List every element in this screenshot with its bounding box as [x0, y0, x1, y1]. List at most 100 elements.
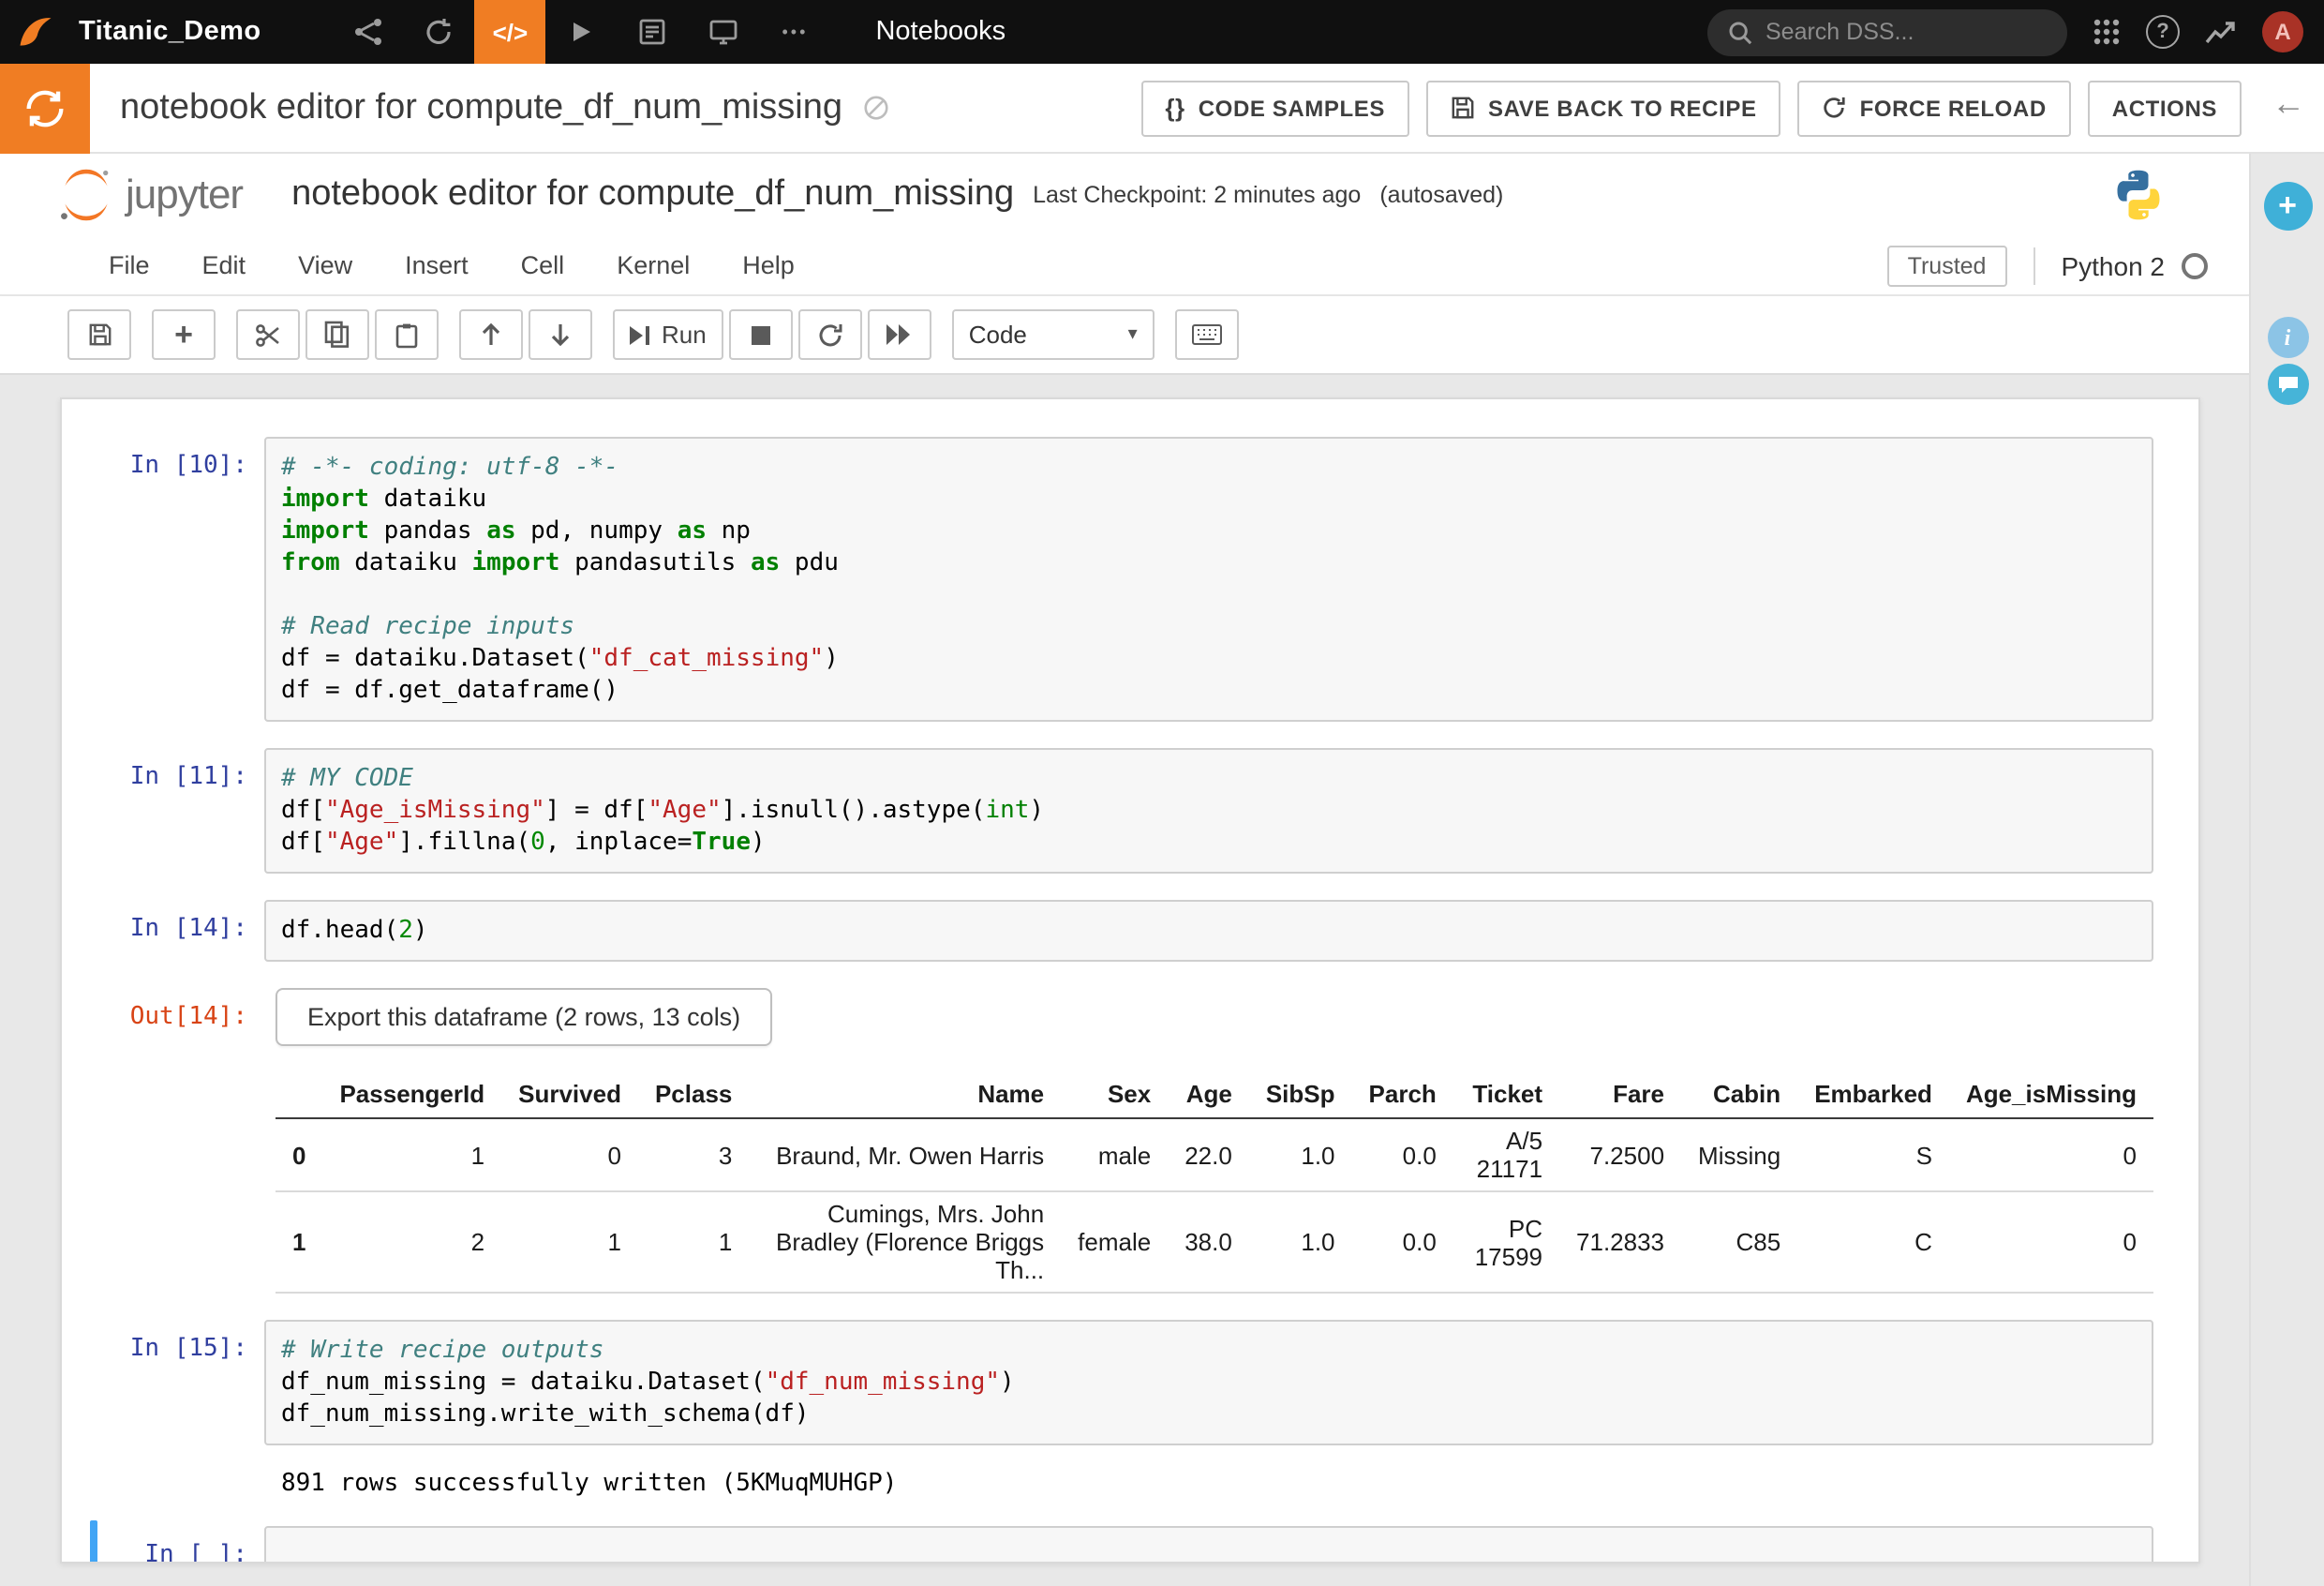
code-input[interactable] — [264, 1526, 2153, 1564]
force-reload-label: FORCE RELOAD — [1860, 95, 2047, 121]
restart-kernel-button[interactable] — [798, 309, 862, 360]
jupyter-menubar-items: File Edit View Insert Cell Kernel Help — [109, 251, 847, 279]
menu-cell[interactable]: Cell — [521, 251, 565, 279]
table-cell: 1.0 — [1249, 1118, 1352, 1191]
menu-edit[interactable]: Edit — [202, 251, 246, 279]
interrupt-kernel-button[interactable] — [729, 309, 793, 360]
dataiku-logo-icon[interactable] — [0, 0, 71, 64]
search-input[interactable] — [1765, 19, 2047, 45]
recipe-icon[interactable] — [0, 63, 90, 153]
chevron-down-icon: ▾ — [1128, 324, 1138, 345]
menu-view[interactable]: View — [298, 251, 352, 279]
top-right-controls: ? A — [1707, 8, 2324, 55]
cell-type-select[interactable]: Code ▾ — [952, 309, 1155, 360]
table-cell: 1 — [501, 1191, 638, 1293]
notebook-document: In [10]:# -*- coding: utf-8 -*-import da… — [60, 397, 2200, 1564]
move-cell-down-button[interactable] — [529, 309, 592, 360]
save-notebook-button[interactable] — [67, 309, 131, 360]
readonly-slash-icon — [861, 94, 889, 122]
selected-cell-indicator — [90, 1520, 97, 1564]
code-notebooks-icon[interactable]: </> — [474, 0, 545, 64]
more-icon[interactable]: ••• — [759, 0, 830, 64]
jobs-play-icon[interactable] — [545, 0, 617, 64]
export-dataframe-button[interactable]: Export this dataframe (2 rows, 13 cols) — [276, 988, 772, 1046]
help-icon[interactable]: ? — [2146, 15, 2180, 49]
trend-icon[interactable] — [2204, 19, 2238, 45]
notebook-title[interactable]: notebook editor for compute_df_num_missi… — [291, 174, 1014, 216]
table-cell: 2 — [322, 1191, 501, 1293]
code-cell[interactable]: In [10]:# -*- coding: utf-8 -*-import da… — [62, 437, 2153, 722]
table-cell: Braund, Mr. Owen Harris — [749, 1118, 1061, 1191]
add-panel-button[interactable]: + — [2263, 182, 2312, 231]
jupyter-menubar: File Edit View Insert Cell Kernel Help Trusted… — [0, 236, 2249, 296]
table-cell: C85 — [1681, 1191, 1797, 1293]
menu-kernel[interactable]: Kernel — [617, 251, 690, 279]
top-nav-icons: </> ••• — [332, 0, 830, 64]
table-cell: 0 — [1949, 1191, 2153, 1293]
cell-type-value: Code — [969, 321, 1027, 349]
table-cell: 1 — [322, 1118, 501, 1191]
section-label-notebooks[interactable]: Notebooks — [875, 17, 1006, 47]
paste-cell-button[interactable] — [375, 309, 439, 360]
jupyter-logo[interactable]: jupyter — [56, 167, 243, 223]
column-header: Parch — [1352, 1072, 1453, 1118]
main-area: jupyter notebook editor for compute_df_n… — [0, 154, 2324, 1586]
collapse-panel-arrow-icon[interactable]: ← — [2272, 84, 2305, 124]
code-cell[interactable]: In [11]:# MY CODEdf["Age_isMissing"] = d… — [62, 748, 2153, 874]
lab-icon[interactable] — [403, 0, 474, 64]
table-cell: 0.0 — [1352, 1118, 1453, 1191]
scissors-icon — [255, 322, 281, 348]
actions-button[interactable]: ACTIONS — [2088, 80, 2242, 136]
notebook-scroll-area[interactable]: In [10]:# -*- coding: utf-8 -*-import da… — [0, 375, 2249, 1586]
info-panel-button[interactable]: i — [2267, 317, 2308, 358]
restart-run-all-button[interactable] — [868, 309, 931, 360]
info-icon: i — [2285, 323, 2291, 352]
checkpoint-text: Last Checkpoint: 2 minutes ago — [1033, 182, 1361, 208]
dashboard-icon[interactable] — [688, 0, 759, 64]
search-box[interactable] — [1707, 8, 2067, 55]
save-back-to-recipe-button[interactable]: SAVE BACK TO RECIPE — [1426, 80, 1781, 136]
column-header: PassengerId — [322, 1072, 501, 1118]
menu-file[interactable]: File — [109, 251, 150, 279]
move-cell-up-button[interactable] — [459, 309, 523, 360]
cell-prompt: Out[14]: — [62, 988, 264, 1294]
user-avatar[interactable]: A — [2262, 11, 2303, 52]
avatar-letter: A — [2274, 19, 2290, 45]
code-input[interactable]: # -*- coding: utf-8 -*-import dataikuimp… — [264, 437, 2153, 722]
command-palette-button[interactable] — [1175, 309, 1239, 360]
force-reload-button[interactable]: FORCE RELOAD — [1798, 80, 2071, 136]
output-cell[interactable]: Out[14]:Export this dataframe (2 rows, 1… — [62, 988, 2153, 1294]
project-name[interactable]: Titanic_Demo — [79, 17, 261, 47]
code-input[interactable]: # Write recipe outputsdf_num_missing = d… — [264, 1320, 2153, 1445]
row-index: 1 — [276, 1191, 322, 1293]
table-header-row: PassengerIdSurvivedPclassNameSexAgeSibSp… — [276, 1072, 2153, 1118]
add-cell-button[interactable]: + — [152, 309, 216, 360]
column-header: Fare — [1559, 1072, 1681, 1118]
code-cell[interactable]: In [15]:# Write recipe outputsdf_num_mis… — [62, 1320, 2153, 1500]
table-cell: 7.2500 — [1559, 1118, 1681, 1191]
apps-grid-icon[interactable] — [2092, 17, 2122, 47]
menu-help[interactable]: Help — [742, 251, 795, 279]
trusted-button[interactable]: Trusted — [1887, 245, 2007, 286]
fast-forward-icon — [887, 324, 912, 345]
header-buttons: {} CODE SAMPLES SAVE BACK TO RECIPE FORC… — [1140, 80, 2242, 136]
table-cell: Cumings, Mrs. John Bradley (Florence Bri… — [749, 1191, 1061, 1293]
code-cell[interactable]: In [14]:df.head(2) — [62, 900, 2153, 962]
menu-insert[interactable]: Insert — [405, 251, 469, 279]
cut-cell-button[interactable] — [236, 309, 300, 360]
run-cell-button[interactable]: Run — [613, 309, 723, 360]
flow-icon[interactable] — [332, 0, 403, 64]
cell-text-output: 891 rows successfully written (5KMuqMUHG… — [281, 1468, 2153, 1500]
save-icon — [1451, 96, 1475, 120]
logs-list-icon[interactable] — [617, 0, 688, 64]
code-cell[interactable]: In [ ]: — [62, 1526, 2153, 1564]
code-input[interactable]: # MY CODEdf["Age_isMissing"] = df["Age"]… — [264, 748, 2153, 874]
code-samples-button[interactable]: {} CODE SAMPLES — [1140, 80, 1409, 136]
copy-cell-button[interactable] — [305, 309, 369, 360]
search-icon — [1728, 20, 1752, 44]
comments-panel-button[interactable] — [2267, 364, 2308, 405]
code-samples-label: CODE SAMPLES — [1199, 95, 1385, 121]
python-logo-icon — [2110, 167, 2167, 223]
table-row: 0103Braund, Mr. Owen Harrismale22.01.00.… — [276, 1118, 2153, 1191]
code-input[interactable]: df.head(2) — [264, 900, 2153, 962]
